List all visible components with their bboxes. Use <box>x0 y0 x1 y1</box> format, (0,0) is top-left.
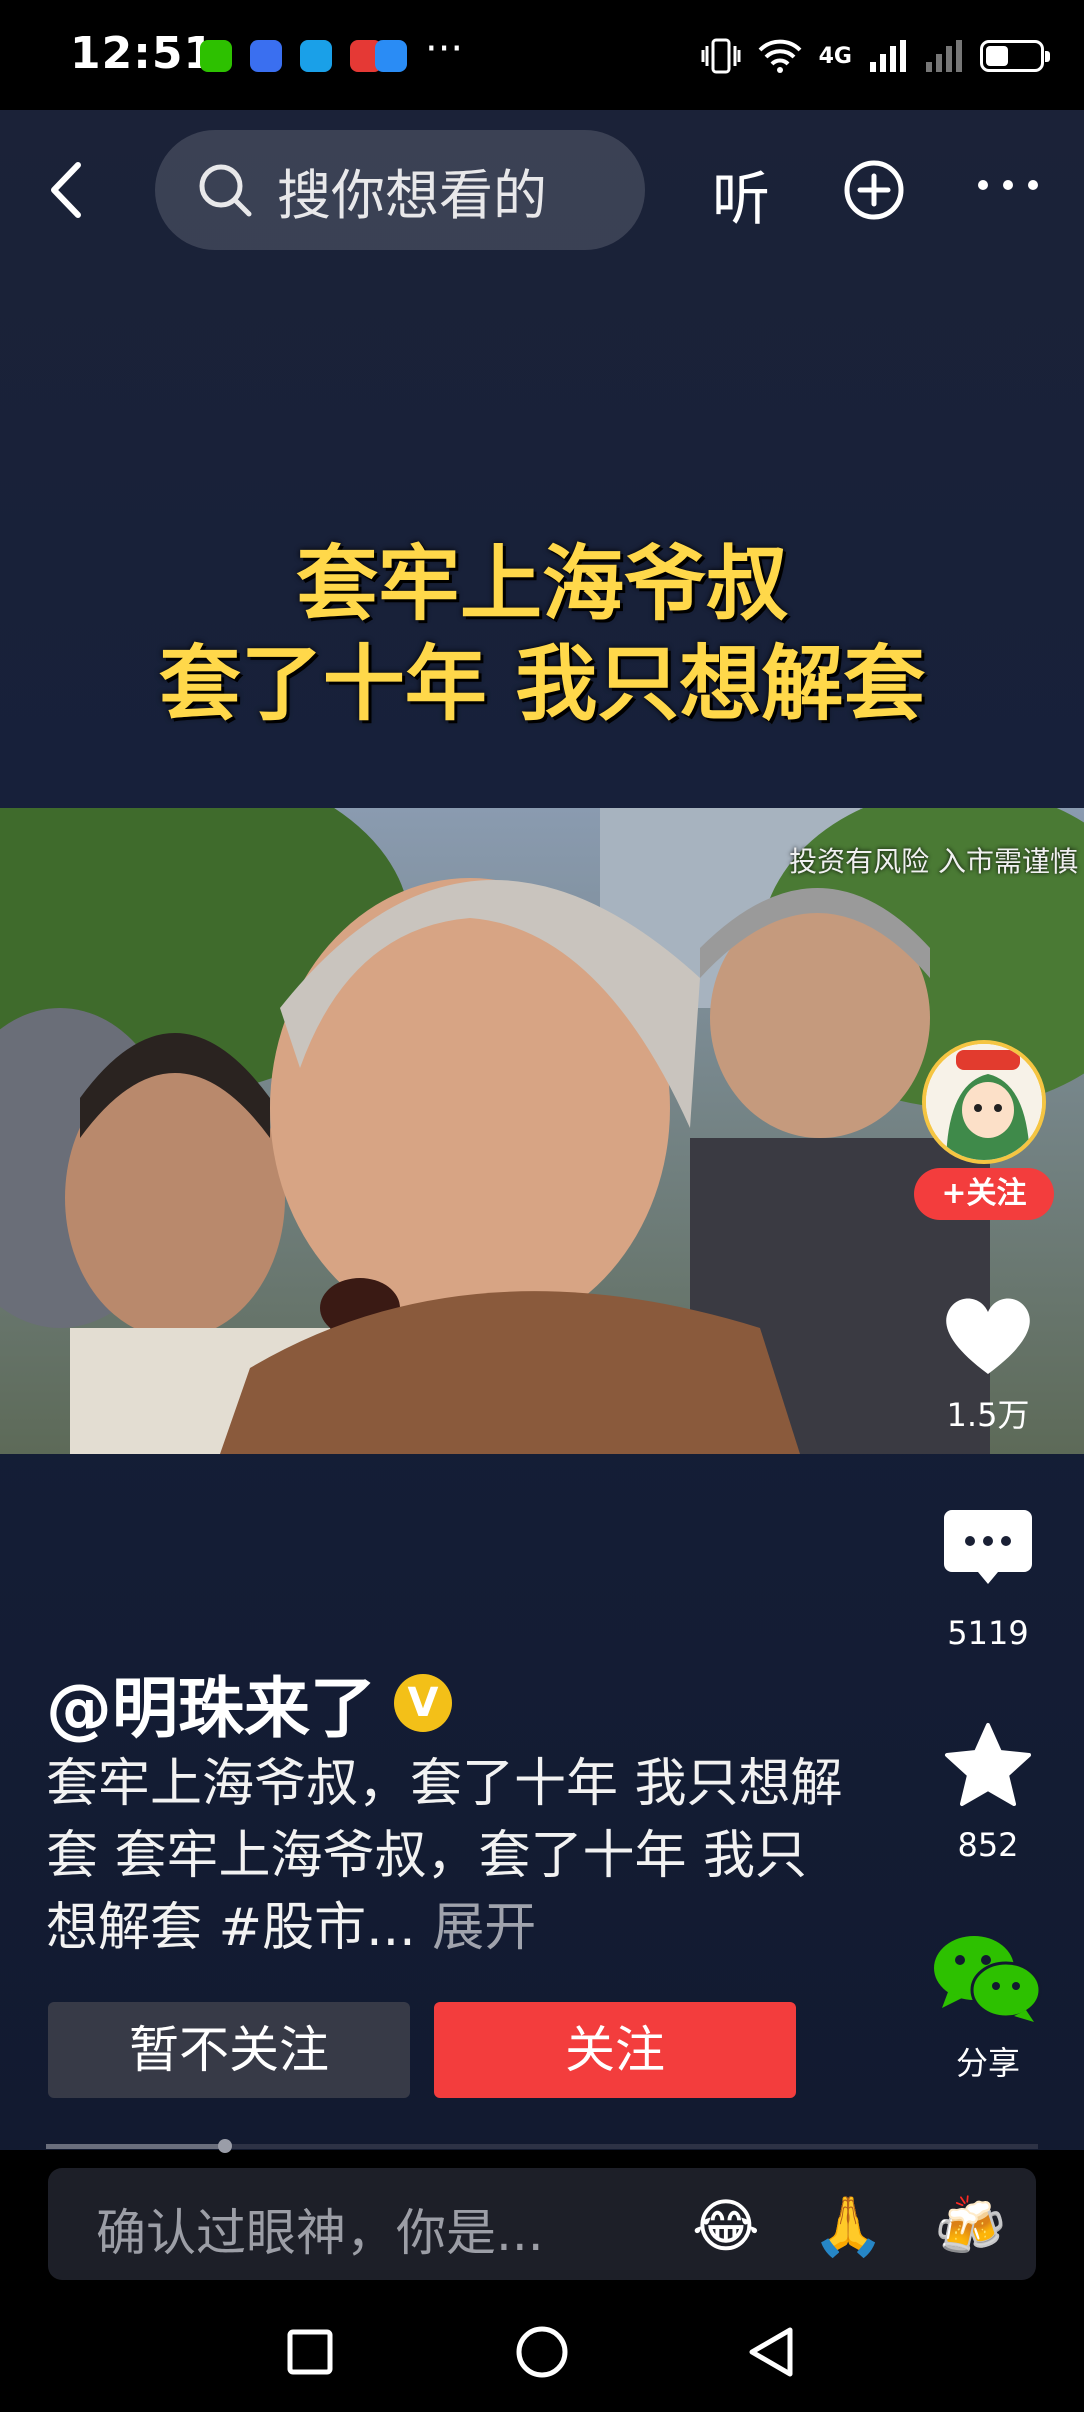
search-app-notification-icon <box>375 40 407 72</box>
status-time: 12:51 <box>70 28 216 79</box>
laughing-emoji-icon[interactable]: 😂 <box>692 2192 760 2260</box>
search-box[interactable]: 搜你想看的 <box>155 130 645 250</box>
signal-icon-2 <box>926 40 962 72</box>
headline-line-2: 套了十年 我只想解套 <box>158 637 926 732</box>
circle-icon <box>516 2326 568 2378</box>
risk-notice: 投资有风险 入市需谨慎 <box>789 845 1078 878</box>
chevron-left-icon <box>51 162 81 218</box>
comment-input[interactable]: 确认过眼神，你是... <box>96 2193 544 2265</box>
comment-bubble-icon <box>944 1510 1032 1584</box>
plus-circle-icon <box>844 160 904 220</box>
add-button[interactable] <box>842 158 906 226</box>
search-placeholder: 搜你想看的 <box>277 163 547 227</box>
wechat-notification-icon <box>200 40 232 72</box>
comment-count: 5119 <box>947 1614 1029 1652</box>
video-headline: 套牢上海爷叔 套了十年 我只想解套 <box>0 535 1084 735</box>
status-icons: 4G <box>701 28 1050 84</box>
network-type: 4G <box>818 43 852 69</box>
signal-icon <box>870 40 906 72</box>
not-follow-button[interactable]: 暂不关注 <box>48 2002 410 2098</box>
favorite-button[interactable]: 852 <box>920 1722 1056 1864</box>
app-notification-icon <box>250 40 282 72</box>
square-icon <box>287 2329 333 2375</box>
author-handle[interactable]: @明珠来了 <box>46 1655 376 1751</box>
listen-button[interactable]: 听 <box>712 152 770 236</box>
system-back-button[interactable] <box>744 2324 800 2384</box>
beer-cheers-emoji-icon[interactable]: 🍻 <box>934 2192 1006 2261</box>
triangle-back-icon <box>749 2327 793 2377</box>
video-progress-handle[interactable] <box>217 2139 232 2153</box>
wifi-icon <box>758 39 802 73</box>
share-label: 分享 <box>955 2044 1020 2082</box>
author-avatar-group[interactable]: +关注 <box>912 1040 1062 1220</box>
favorite-count: 852 <box>957 1826 1019 1864</box>
like-button[interactable]: 1.5万 <box>920 1292 1056 1436</box>
comment-button[interactable]: 5119 <box>920 1508 1056 1652</box>
author-name[interactable]: @明珠来了 V <box>46 1655 452 1751</box>
avatar[interactable] <box>922 1040 1046 1164</box>
browser-notification-icon <box>300 40 332 72</box>
more-menu-button[interactable] <box>975 168 1041 195</box>
home-button[interactable] <box>514 2324 570 2384</box>
more-dots-icon <box>978 180 1038 190</box>
star-icon <box>945 1723 1031 1806</box>
vibrate-icon <box>701 38 741 74</box>
back-button[interactable] <box>40 155 100 225</box>
praying-hands-emoji-icon[interactable]: 🙏 <box>812 2192 884 2261</box>
headline-line-1: 套牢上海爷叔 <box>295 537 788 632</box>
share-button[interactable]: 分享 <box>920 1930 1056 2084</box>
video-progress-fill <box>46 2144 225 2149</box>
avatar-illustration <box>926 1044 1042 1160</box>
verified-badge-icon: V <box>394 1674 452 1732</box>
wechat-share-icon <box>934 1936 1042 2022</box>
search-icon <box>199 164 252 217</box>
recent-apps-button[interactable] <box>286 2328 334 2380</box>
video-description[interactable]: 套牢上海爷叔，套了十年 我只想解套 套牢上海爷叔，套了十年 我只想解套 #股市.… <box>46 1748 846 1964</box>
follow-author-badge[interactable]: +关注 <box>914 1168 1054 1220</box>
heart-icon <box>946 1298 1030 1374</box>
battery-icon <box>980 40 1050 72</box>
more-notifications-icon: ··· <box>425 26 464 72</box>
follow-button[interactable]: 关注 <box>434 2002 796 2098</box>
expand-link[interactable]: 展开 <box>432 1898 536 1958</box>
like-count: 1.5万 <box>946 1396 1030 1434</box>
